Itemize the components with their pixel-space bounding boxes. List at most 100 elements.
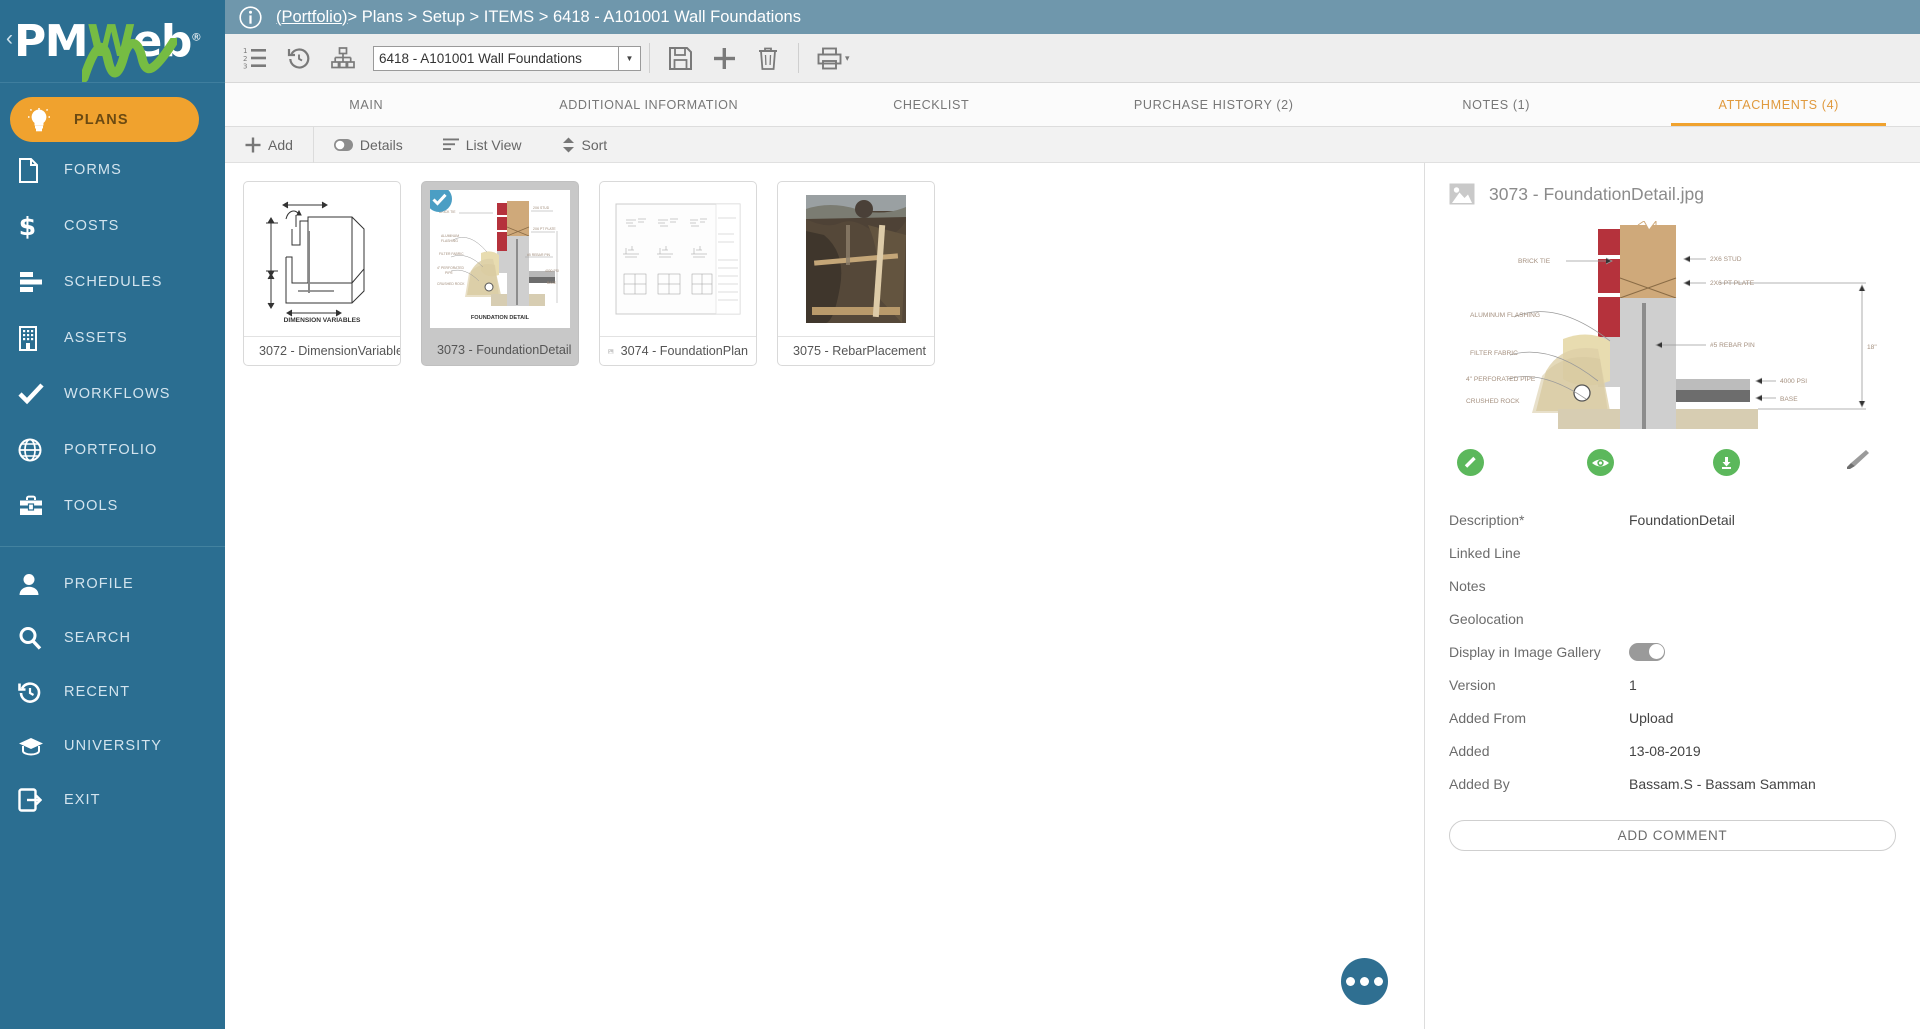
sort-label: Sort bbox=[582, 137, 608, 153]
chevron-down-icon[interactable]: ▼ bbox=[618, 47, 640, 70]
sidebar-item-profile[interactable]: PROFILE bbox=[0, 557, 225, 611]
attachment-card-3075[interactable]: 3075 - RebarPlacement bbox=[777, 181, 935, 366]
field-display-in-image-gallery: Display in Image Gallery bbox=[1449, 635, 1896, 668]
preview-label-pt-plate: 2X6 PT PLATE bbox=[1710, 280, 1755, 287]
attachment-detail-panel: 3073 - FoundationDetail.jpg bbox=[1425, 163, 1920, 1029]
thumb-label-foundation-detail: FOUNDATION DETAIL bbox=[471, 315, 530, 321]
toggle-icon bbox=[334, 139, 353, 151]
field-description: Description* FoundationDetail bbox=[1449, 503, 1896, 536]
field-label: Version bbox=[1449, 677, 1629, 693]
person-icon bbox=[18, 573, 64, 596]
breadcrumb-trail: > Plans > Setup > ITEMS > 6418 - A101001… bbox=[348, 8, 801, 27]
sidebar-item-forms[interactable]: FORMS bbox=[0, 142, 225, 198]
main-area: (Portfolio) > Plans > Setup > ITEMS > 64… bbox=[225, 0, 1920, 1029]
sidebar-item-recent[interactable]: RECENT bbox=[0, 665, 225, 719]
attachment-caption-text: 3075 - RebarPlacement bbox=[793, 344, 926, 358]
field-label: Description* bbox=[1449, 512, 1629, 528]
history-icon[interactable] bbox=[277, 34, 321, 82]
attachment-preview-image[interactable]: BRICK TIE 2X6 STUD 2X6 PT PLATE ALUMINUM… bbox=[1449, 219, 1896, 434]
markup-brush-icon bbox=[1844, 448, 1870, 477]
field-notes: Notes bbox=[1449, 569, 1896, 602]
list-view-label: List View bbox=[466, 137, 522, 153]
tab-additional-information[interactable]: ADDITIONAL INFORMATION bbox=[508, 83, 791, 126]
thumbnail-foundation-plan bbox=[606, 188, 750, 330]
list-view-button[interactable]: List View bbox=[423, 127, 542, 162]
save-icon[interactable] bbox=[658, 34, 702, 82]
sidebar-item-label: UNIVERSITY bbox=[64, 738, 162, 754]
sidebar-item-plans[interactable]: PLANS bbox=[10, 97, 199, 142]
plus-icon bbox=[245, 137, 261, 153]
svg-text:2X6 PT PLATE: 2X6 PT PLATE bbox=[533, 227, 556, 231]
add-attachment-button[interactable]: Add bbox=[225, 127, 313, 162]
field-value: Upload bbox=[1629, 710, 1673, 726]
view-eye-icon bbox=[1587, 449, 1614, 476]
sidebar-item-tools[interactable]: TOOLS bbox=[0, 478, 225, 534]
sidebar-item-portfolio[interactable]: PORTFOLIO bbox=[0, 422, 225, 478]
download-icon bbox=[1713, 449, 1740, 476]
sidebar-item-exit[interactable]: EXIT bbox=[0, 773, 225, 827]
more-options-fab[interactable] bbox=[1341, 958, 1388, 1005]
image-icon bbox=[608, 345, 614, 358]
field-label: Added bbox=[1449, 743, 1629, 759]
sidebar-item-label: COSTS bbox=[64, 218, 119, 234]
preview-label-perforated-pipe: 4" PERFORATED PIPE bbox=[1466, 376, 1536, 383]
sidebar-nav: PLANS FORMS $ COSTS SCHEDULES bbox=[0, 83, 225, 1029]
attachment-caption: 3072 - DimensionVariables bbox=[244, 336, 400, 365]
field-value[interactable]: FoundationDetail bbox=[1629, 512, 1735, 528]
tab-main[interactable]: MAIN bbox=[225, 83, 508, 126]
tab-bar: MAIN ADDITIONAL INFORMATION CHECKLIST PU… bbox=[225, 83, 1920, 127]
toolbar-left-group: 123 6418 - A101001 Wall Foundations ▼ bbox=[225, 34, 649, 82]
attachment-card-list: DIMENSION VARIABLES 3072 - DimensionVari… bbox=[243, 181, 1424, 366]
tab-purchase-history[interactable]: PURCHASE HISTORY (2) bbox=[1073, 83, 1356, 126]
preview-label-filter-fabric: FILTER FABRIC bbox=[1470, 350, 1518, 357]
fab-dot bbox=[1374, 977, 1383, 986]
attachments-body: DIMENSION VARIABLES 3072 - DimensionVari… bbox=[225, 163, 1920, 1029]
field-added-from: Added From Upload bbox=[1449, 701, 1896, 734]
record-picker[interactable]: 6418 - A101001 Wall Foundations ▼ bbox=[373, 46, 641, 71]
sidebar-item-schedules[interactable]: SCHEDULES bbox=[0, 254, 225, 310]
add-icon[interactable] bbox=[702, 34, 746, 82]
delete-icon[interactable] bbox=[746, 34, 790, 82]
display-in-gallery-toggle[interactable] bbox=[1629, 643, 1665, 661]
attachment-card-3074[interactable]: 3074 - FoundationPlan bbox=[599, 181, 757, 366]
field-value: 1 bbox=[1629, 677, 1637, 693]
add-comment-button[interactable]: ADD COMMENT bbox=[1449, 820, 1896, 851]
sidebar-collapse-icon[interactable]: ‹ bbox=[6, 27, 13, 51]
view-attachment-button[interactable] bbox=[1561, 449, 1673, 476]
breadcrumb-root-link[interactable]: (Portfolio) bbox=[276, 8, 348, 27]
tab-attachments[interactable]: ATTACHMENTS (4) bbox=[1638, 83, 1920, 126]
attachment-caption: 3073 - FoundationDetail bbox=[422, 336, 578, 364]
logo-pm: PM bbox=[14, 16, 87, 67]
app-logo[interactable]: ‹ PMWeb® bbox=[0, 0, 225, 83]
edit-icon bbox=[1457, 449, 1484, 476]
detail-header: 3073 - FoundationDetail.jpg bbox=[1449, 183, 1896, 205]
numbered-list-icon[interactable]: 123 bbox=[233, 34, 277, 82]
globe-icon bbox=[18, 438, 64, 462]
sidebar-item-search[interactable]: SEARCH bbox=[0, 611, 225, 665]
svg-text:CRUSHED ROCK: CRUSHED ROCK bbox=[437, 282, 465, 286]
sidebar-item-label: PROFILE bbox=[64, 576, 134, 592]
hierarchy-icon[interactable] bbox=[321, 34, 365, 82]
preview-label-brick-tie: BRICK TIE bbox=[1518, 258, 1551, 265]
markup-attachment-button[interactable] bbox=[1784, 448, 1896, 477]
tab-checklist[interactable]: CHECKLIST bbox=[790, 83, 1073, 126]
details-toggle-button[interactable]: Details bbox=[314, 127, 423, 162]
attachments-action-bar: Add Details List View Sort bbox=[225, 127, 1920, 163]
detail-title: 3073 - FoundationDetail.jpg bbox=[1489, 184, 1704, 205]
sidebar-item-label: SEARCH bbox=[64, 630, 131, 646]
sidebar-item-university[interactable]: UNIVERSITY bbox=[0, 719, 225, 773]
svg-text:3: 3 bbox=[243, 63, 247, 70]
download-attachment-button[interactable] bbox=[1673, 449, 1785, 476]
schedule-bars-icon bbox=[18, 271, 64, 293]
sort-button[interactable]: Sort bbox=[542, 127, 628, 162]
attachment-card-3073[interactable]: BRICK TIE2X6 STUD 2X6 PT PLATEALUMINUMFL… bbox=[421, 181, 579, 366]
info-icon[interactable] bbox=[239, 6, 262, 29]
edit-attachment-button[interactable] bbox=[1449, 449, 1561, 476]
sidebar-item-costs[interactable]: $ COSTS bbox=[0, 198, 225, 254]
tab-notes[interactable]: NOTES (1) bbox=[1355, 83, 1638, 126]
sidebar-item-label: TOOLS bbox=[64, 498, 118, 514]
sidebar-item-workflows[interactable]: WORKFLOWS bbox=[0, 366, 225, 422]
attachment-card-3072[interactable]: DIMENSION VARIABLES 3072 - DimensionVari… bbox=[243, 181, 401, 366]
print-dropdown-caret[interactable]: ▾ bbox=[845, 53, 850, 64]
sidebar-item-assets[interactable]: ASSETS bbox=[0, 310, 225, 366]
